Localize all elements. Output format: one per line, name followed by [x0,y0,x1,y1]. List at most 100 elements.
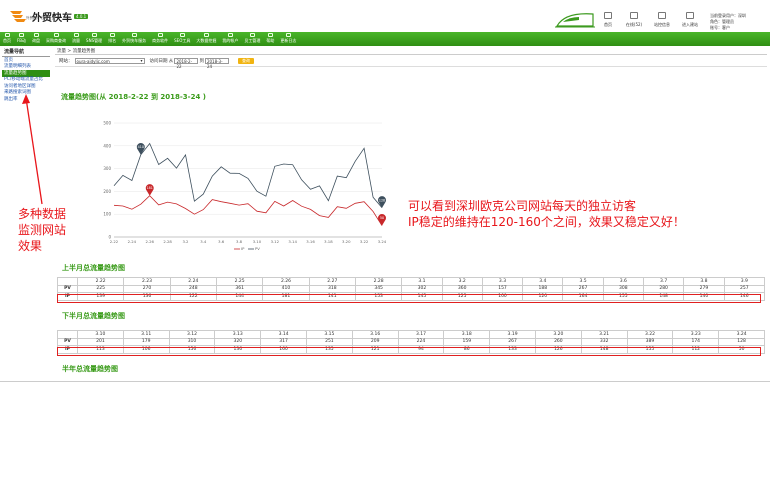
table-cell: 2.24 [169,277,217,286]
sidebar-item-pc-mobile[interactable]: PC/移动端流量占比 [2,77,50,84]
table-cell: 3.13 [214,330,262,339]
logo-slogan: 外贸推广 快人一步 [26,16,56,20]
chart-icon [73,33,79,37]
sns-icon [91,33,97,37]
fb-icon [19,33,25,37]
top-link-label: 进入建站 [682,22,698,27]
users-icon [249,33,255,37]
nav-item-software[interactable]: 商务软件 [149,32,171,46]
date-to-input[interactable]: 2018-3-24 [204,57,229,69]
nav-item-changelog[interactable]: 更新日志 [277,32,299,46]
annotation-right: 可以看到深圳欧克公司网站每天的独立访客 IP稳定的维持在120-160个之间，效… [408,198,685,230]
breadcrumb-sep: > [66,49,73,54]
query-button[interactable]: 查询 [237,57,254,64]
x-tick-label: 3.2 [182,239,189,244]
nav-item-sns[interactable]: SNS管理 [83,32,105,46]
date-from-input[interactable]: 2018-2-22 [174,57,199,69]
ranking-icon [109,33,115,37]
table-cell: 302 [401,284,443,293]
x-tick-label: 2.28 [163,239,172,244]
nav-item-inquiry[interactable]: 询盘 [29,32,43,46]
y-tick-label: 500 [103,121,111,126]
top-link-label: 首页 [604,22,612,27]
ip-row-highlight [57,347,761,356]
nav-item-help[interactable]: 帮助 [263,32,277,46]
breadcrumb: 流量 > 流量趋势图 [55,47,767,55]
table-cell: 225 [76,284,125,293]
nav-item-staff[interactable]: 员工管理 [241,32,263,46]
pv-row: PV 201 179 310 320 317 251 209 224 159 267 260 332 38… [57,337,765,346]
table-cell: 320 [214,337,262,346]
table-cell: 332 [580,337,628,346]
monitor-icon [658,12,666,19]
series-line-ip [113,195,383,226]
nav-item-seo[interactable]: SEO工具 [171,32,193,46]
pv-row: PV 225 270 248 361 410 318 345 302 360 157 188 267 30… [57,284,766,293]
table-cell: 3.10 [77,330,124,339]
row-label: PV [57,284,78,293]
table-cell: 318 [308,284,356,293]
table-cell: 3.18 [443,330,491,339]
x-tick-label: 3.16 [306,239,315,244]
x-tick-label: 3.12 [271,239,280,244]
second-half-title: 下半月总流量趋势图 [62,312,125,320]
table-cell: 410 [262,284,310,293]
breadcrumb-home[interactable]: 流量 [57,49,66,54]
x-tick-label: 2.24 [128,239,137,244]
x-tick-label: 3.4 [200,239,207,244]
table-cell: 188 [522,284,564,293]
table-cell: 2.25 [215,277,264,286]
marker-label: 181 [147,186,153,190]
nav-item-bigdata[interactable]: 大数据挖掘 [193,32,219,46]
train-icon [555,13,595,28]
half-year-title: 半年总流量趋势图 [62,365,118,373]
site-select[interactable]: oura-aidylic.com [74,57,145,64]
ip-row-highlight [57,294,761,303]
table-cell: 2.28 [354,277,403,286]
nav-item-account[interactable]: 我的帐户 [219,32,241,46]
table-cell: 179 [122,337,170,346]
divider [0,381,770,382]
table-cell: 3.4 [522,277,564,286]
table-cell: 2.22 [76,277,125,286]
legend-label-ip: IP [241,246,245,251]
nav-item-buyer-search[interactable]: 采购商查询 [43,32,69,46]
date-row: 2.22 2.23 2.24 2.25 2.26 2.27 2.28 3.1 3.2 3.3 3.4… [57,277,766,286]
series-line-pv [113,142,383,209]
mail-icon [33,33,39,37]
x-tick-label: 3.10 [253,239,262,244]
x-tick-label: 3.18 [324,239,333,244]
nav-item-service[interactable]: 外贸快车服务 [119,32,149,46]
row-label: PV [57,337,78,346]
marker-label: 128 [379,198,385,202]
table-cell: 209 [351,337,399,346]
nav-item-ranking[interactable]: 排名 [105,32,119,46]
top-link-build-site[interactable]: 进入建站 [678,12,702,31]
filter-bar: 网站： oura-aidylic.com 访问日期 从 2018-2-22 到 … [55,55,767,69]
table-cell: 3.8 [683,277,725,286]
table-cell: 2.26 [262,277,310,286]
database-icon [203,33,209,37]
home-icon [604,12,612,19]
x-tick-label: 3.24 [378,239,387,244]
nav-item-home[interactable]: 首页 [0,32,14,46]
software-icon [157,33,163,37]
log-icon [285,33,291,37]
user-line: 账号：客户 [710,25,730,30]
nav-item-traffic[interactable]: 流量 [69,32,83,46]
date-row: 3.10 3.11 3.12 3.13 3.14 3.15 3.16 3.17 3.18 3.19… [57,330,765,339]
table-cell: 3.2 [441,277,483,286]
x-tick-label: 3.14 [288,239,297,244]
top-link-online[interactable]: 在线(52) [622,12,646,31]
x-tick-label: 2.22 [110,239,119,244]
top-link-home[interactable]: 首页 [596,12,620,31]
date-to-label: 到 [199,58,204,64]
nav-item-fb[interactable]: FB动 [14,32,29,46]
table-cell: 2.27 [308,277,356,286]
first-half-title: 上半月总流量趋势图 [62,264,125,272]
top-link-site-info[interactable]: 站控信息 [650,12,674,31]
table-cell: 174 [672,337,720,346]
sidebar-title: 流量导航 [2,47,50,57]
table-cell: 267 [562,284,604,293]
breadcrumb-current: 流量趋势图 [72,49,96,54]
